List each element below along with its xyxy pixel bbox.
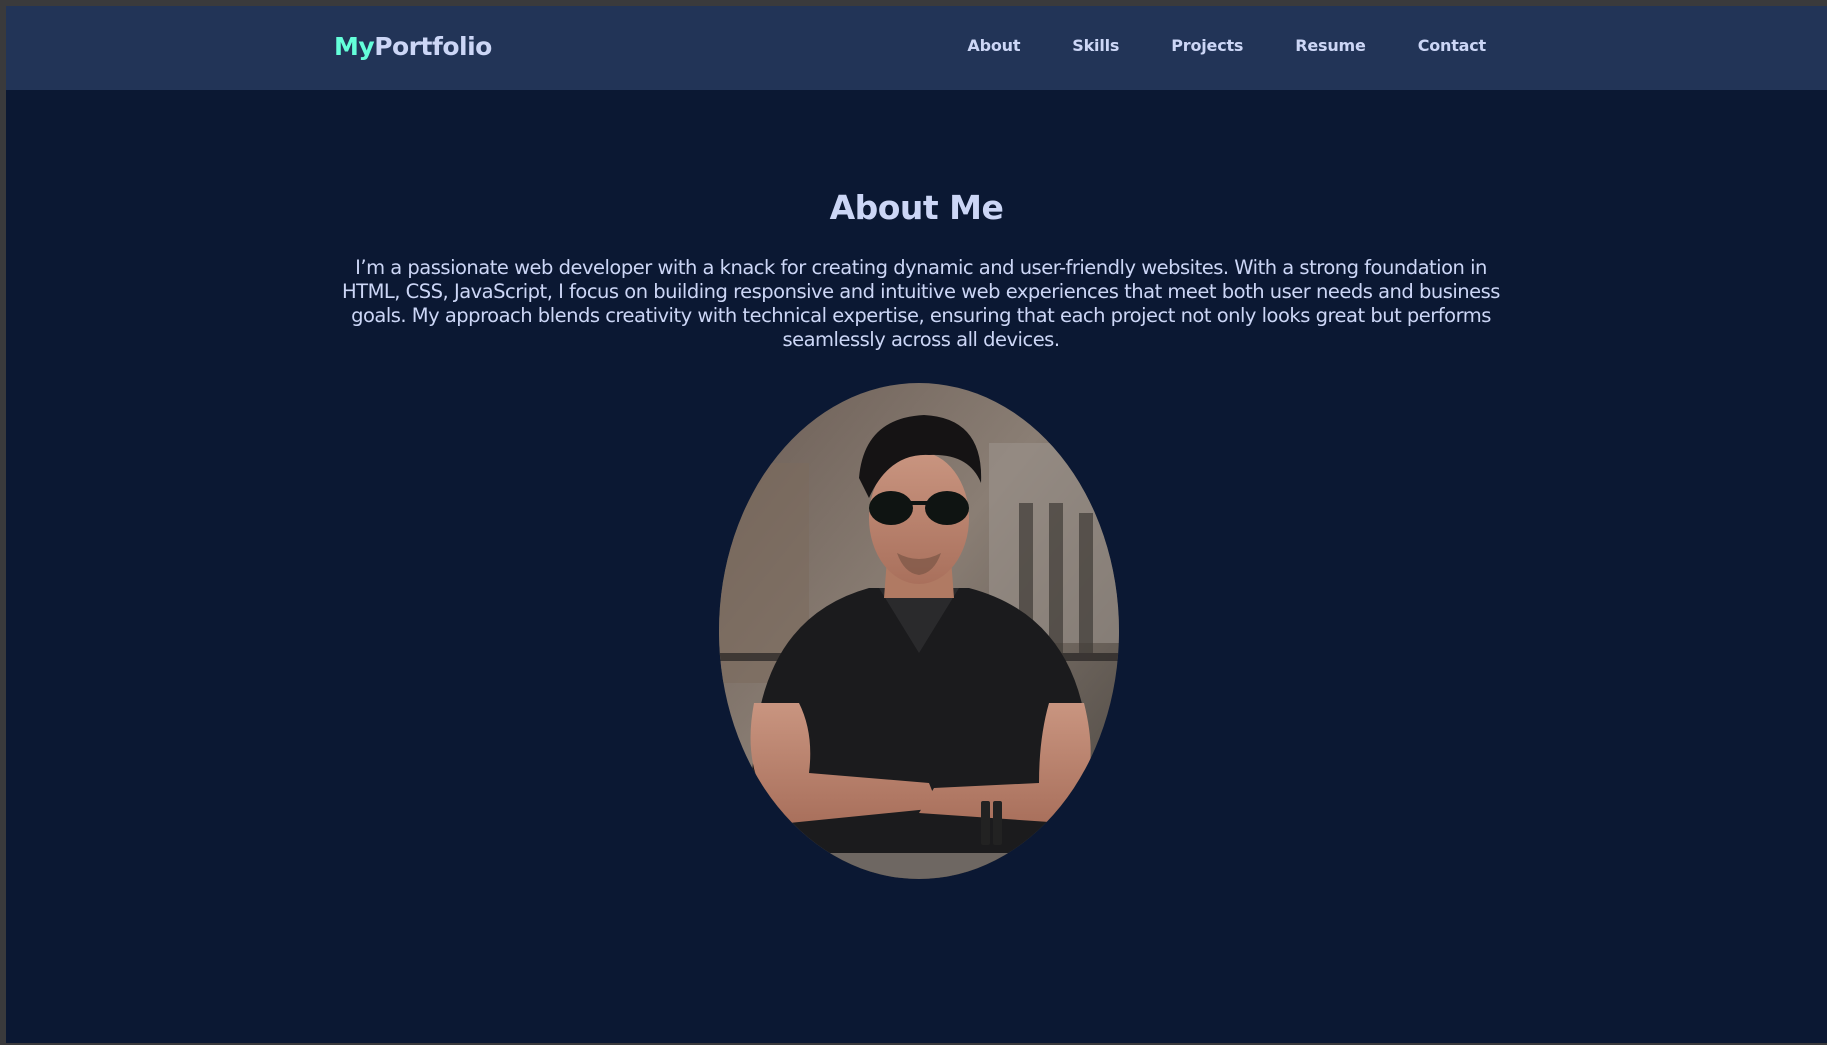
logo-accent-text: My <box>334 32 375 61</box>
profile-photo <box>719 383 1119 879</box>
nav-link-about[interactable]: About <box>967 36 1020 55</box>
nav-link-contact[interactable]: Contact <box>1418 36 1487 55</box>
about-title: About Me <box>829 188 1004 227</box>
top-navbar: MyPortfolio About Skills Projects Resume… <box>6 6 1827 90</box>
about-description: I’m a passionate web developer with a kn… <box>342 256 1500 351</box>
nav-menu: About Skills Projects Resume Contact <box>967 36 1486 55</box>
logo-rest-text: Portfolio <box>374 32 492 61</box>
site-logo[interactable]: MyPortfolio <box>334 32 492 61</box>
nav-link-skills[interactable]: Skills <box>1072 36 1119 55</box>
about-section: About Me I’m a passionate web developer … <box>6 90 1827 1040</box>
nav-link-resume[interactable]: Resume <box>1295 36 1366 55</box>
nav-link-projects[interactable]: Projects <box>1171 36 1243 55</box>
browser-viewport: MyPortfolio About Skills Projects Resume… <box>6 6 1827 1043</box>
